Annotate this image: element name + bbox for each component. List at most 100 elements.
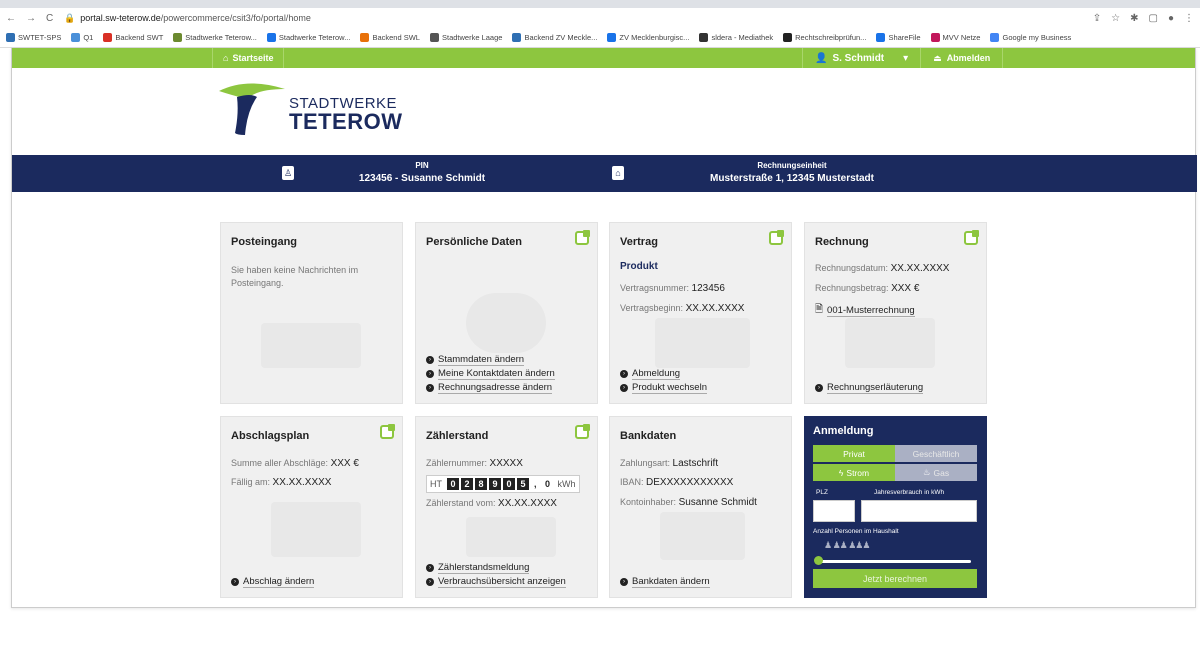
bookmark-label: Google my Business	[1002, 33, 1072, 42]
bookmark-label: SWTET-SPS	[18, 33, 62, 42]
bookmark-item[interactable]: sldera - Mediathek	[699, 33, 773, 42]
bookmark-label: Backend SWT	[115, 33, 164, 42]
bookmark-item[interactable]: Stadtwerke Teterow...	[266, 33, 350, 42]
pin-value: 123456 - Susanne Schmidt	[358, 173, 486, 184]
consumption-input[interactable]	[861, 500, 977, 522]
extensions-icon[interactable]: ✱	[1130, 13, 1138, 24]
bookmark-favicon-icon	[876, 33, 886, 42]
bookmark-favicon-icon	[6, 33, 15, 42]
link-stammdaten[interactable]: › Stammdaten ändern	[426, 354, 525, 366]
logout-button[interactable]: ⏏ Abmelden	[920, 48, 1004, 68]
invoice-file-link[interactable]: 🗎 001-Musterrechnung	[815, 302, 915, 319]
bookmark-item[interactable]: Backend ZV Meckle...	[512, 33, 597, 42]
bookmark-item[interactable]: Q1	[71, 33, 93, 42]
button-label: Jetzt berechnen	[862, 573, 928, 584]
home-label: Startseite	[232, 53, 274, 63]
bookmark-item[interactable]: Rechtschreibprüfun...	[783, 33, 866, 42]
link-produkt-wechseln[interactable]: › Produkt wechseln	[620, 382, 707, 394]
label: Rechnungsbetrag:	[815, 283, 889, 293]
value: DEXXXXXXXXXXX	[646, 477, 734, 488]
link-abmeldung[interactable]: › Abmeldung	[620, 368, 681, 380]
bookmark-favicon-icon	[429, 33, 439, 42]
tab-label: Strom	[846, 467, 870, 478]
sidebar-icon[interactable]: ▢	[1149, 13, 1158, 24]
link-rechnungsadresse[interactable]: › Rechnungsadresse ändern	[426, 382, 553, 394]
back-icon[interactable]: ←	[6, 13, 16, 24]
tab-private[interactable]: Privat	[813, 445, 895, 462]
profile-icon[interactable]: ●	[1168, 13, 1174, 24]
bookmark-item[interactable]: MVV Netze	[930, 33, 980, 42]
card-bankdaten: Bankdaten Zahlungsart: Lastschrift IBAN:…	[609, 416, 792, 598]
invoice-date: Rechnungsdatum: XX.XX.XXXX	[815, 262, 949, 275]
home-link[interactable]: ⌂ Startseite	[212, 48, 285, 68]
bookmark-item[interactable]: Stadtwerke Laage	[429, 33, 502, 42]
slider-handle[interactable]	[814, 556, 823, 565]
star-icon[interactable]: ☆	[1111, 13, 1120, 24]
bookmark-item[interactable]: ZV Mecklenburgisc...	[607, 33, 689, 42]
tab-label: Privat	[843, 448, 865, 459]
user-menu[interactable]: 👤 S. Schmidt ▾	[802, 48, 920, 68]
external-link-icon[interactable]	[380, 424, 395, 439]
bookmark-item[interactable]: SWTET-SPS	[6, 33, 61, 42]
calculate-button[interactable]: Jetzt berechnen	[813, 569, 977, 588]
invoice-amount: Rechnungsbetrag: XXX €	[815, 282, 919, 295]
bookmark-label: ZV Mecklenburgisc...	[619, 33, 690, 42]
arrow-circle-icon: ›	[426, 564, 434, 572]
account-holder: Kontoinhaber: Susanne Schmidt	[620, 496, 757, 509]
tab-business[interactable]: Geschäftlich	[895, 445, 977, 462]
share-icon[interactable]: ⇪	[1093, 13, 1101, 24]
logo-mark-icon	[219, 83, 285, 135]
forward-icon[interactable]: →	[26, 13, 36, 24]
external-link-icon[interactable]	[769, 230, 784, 245]
tab-strom[interactable]: ϟ Strom	[813, 464, 895, 481]
portal-page: ⌂ Startseite 👤 S. Schmidt ▾ ⏏ Abmelden STADT…	[11, 48, 1197, 608]
link-label: Abmeldung	[632, 368, 681, 380]
link-bankdaten-aendern[interactable]: › Bankdaten ändern	[620, 576, 710, 588]
link-verbrauchsuebersicht[interactable]: › Verbrauchsübersicht anzeigen	[426, 576, 566, 588]
bookmark-item[interactable]: Backend SWL	[360, 33, 420, 42]
external-link-icon[interactable]	[964, 230, 979, 245]
link-label: Stammdaten ändern	[438, 354, 525, 366]
bookmark-item[interactable]: ShareFile	[876, 33, 921, 42]
contract-start: Vertragsbeginn: XX.XX.XXXX	[620, 302, 744, 315]
stadtwerke-logo[interactable]: STADTWERKE TETEROW	[217, 81, 402, 141]
plz-input[interactable]	[813, 500, 855, 522]
link-rechnungserlaeuterung[interactable]: › Rechnungserläuterung	[815, 382, 924, 394]
tab-gas[interactable]: ♨ Gas	[895, 464, 977, 481]
value: XX.XX.XXXX	[272, 477, 332, 488]
link-label: Rechnungsadresse ändern	[438, 382, 553, 394]
consumption-label: Jahresverbrauch in kWh	[874, 489, 945, 496]
bookmark-item[interactable]: Google my Business	[990, 33, 1071, 42]
bookmark-item[interactable]: Stadtwerke Teterow...	[173, 33, 257, 42]
persons-slider[interactable]	[816, 560, 971, 563]
bookmark-item[interactable]: Backend SWT	[103, 33, 163, 42]
label: Zählernummer:	[426, 458, 488, 468]
value: Lastschrift	[672, 458, 719, 469]
value: 123456	[691, 283, 725, 294]
household-persons-icon[interactable]: ♟ ♟♟ ♟♟♟	[824, 540, 870, 551]
unit-value: Musterstraße 1, 12345 Musterstadt	[710, 173, 874, 184]
label: Kontoinhaber:	[620, 497, 677, 507]
flame-icon: ♨	[922, 467, 931, 477]
browser-address-bar: ← → C 🔒 portal.sw-teterow.de/powercommer…	[0, 8, 1200, 28]
reload-icon[interactable]: C	[46, 13, 53, 24]
card-title: Zählerstand	[426, 430, 489, 442]
value: XXXXX	[489, 458, 523, 469]
external-link-icon[interactable]	[575, 424, 590, 439]
link-kontaktdaten[interactable]: › Meine Kontaktdaten ändern	[426, 368, 555, 380]
card-anmeldung: Anmeldung Privat Geschäftlich ϟ Strom ♨ Ga…	[804, 416, 987, 598]
bookmark-label: Backend ZV Meckle...	[524, 33, 598, 42]
tariff-prefix: HT	[430, 479, 442, 489]
meter-reading-display: HT 0 2 8 9 0 5 , 0 kWh	[426, 475, 580, 493]
payment-type: Zahlungsart: Lastschrift	[620, 457, 718, 470]
link-label: Zählerstandsmeldung	[438, 562, 530, 574]
external-link-icon[interactable]	[575, 230, 590, 245]
bookmark-favicon-icon	[990, 33, 1000, 42]
link-zaehlerstandsmeldung[interactable]: › Zählerstandsmeldung	[426, 562, 530, 574]
link-abschlag-aendern[interactable]: › Abschlag ändern	[231, 576, 315, 588]
url-field[interactable]: 🔒 portal.sw-teterow.de/powercommerce/csi…	[64, 13, 1093, 24]
menu-icon[interactable]: ⋮	[1184, 13, 1194, 24]
link-label: 001-Musterrechnung	[827, 304, 915, 317]
user-icon: 👤	[815, 52, 828, 64]
iban: IBAN: DEXXXXXXXXXXX	[620, 476, 733, 489]
